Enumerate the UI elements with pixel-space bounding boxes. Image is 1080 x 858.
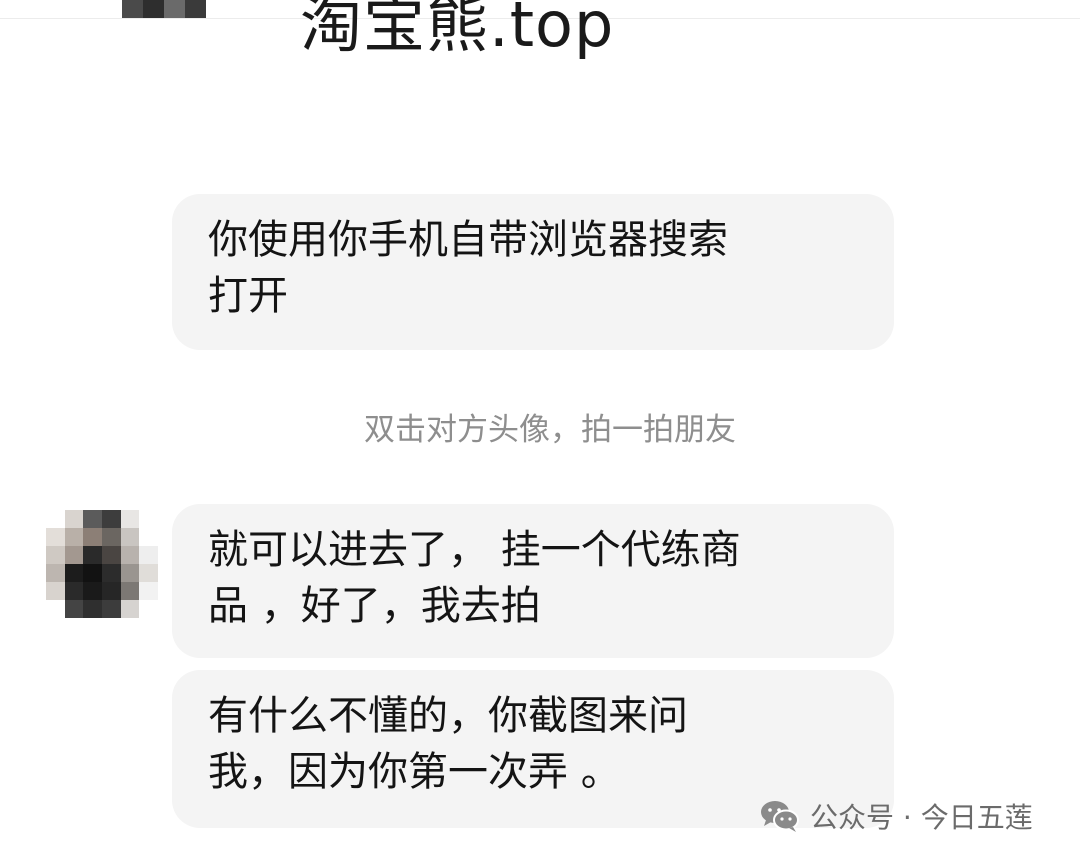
previous-sender-avatar-pixelated[interactable]	[122, 0, 206, 18]
previous-message-cropped-text: 淘宝熊.top	[300, 0, 615, 61]
watermark-text: 公众号 · 今日五莲	[810, 801, 1033, 834]
wechat-icon	[761, 801, 799, 832]
pat-pat-system-notice: 双击对方头像，拍一拍朋友	[364, 412, 736, 448]
sender-avatar-pixelated[interactable]	[46, 510, 158, 618]
message-bubble[interactable]: 你使用你手机自带浏览器搜索 打开	[172, 194, 894, 350]
watermark: 公众号 · 今日五莲	[760, 796, 1033, 836]
message-bubble[interactable]: 就可以进去了， 挂一个代练商 品 ，好了，我去拍	[172, 504, 894, 658]
